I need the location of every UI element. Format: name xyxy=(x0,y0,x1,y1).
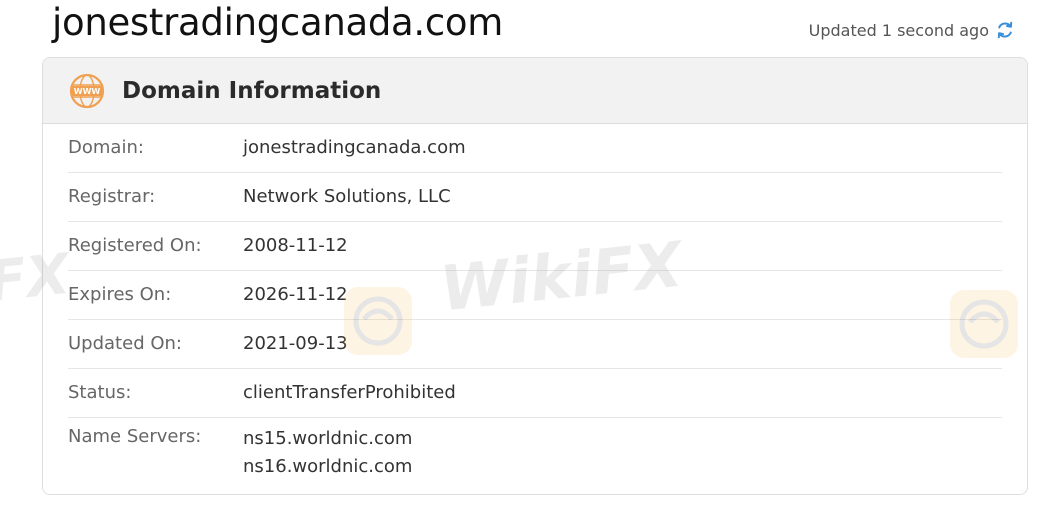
field-label: Expires On: xyxy=(68,284,172,305)
name-server-item: ns15.worldnic.com xyxy=(243,428,413,449)
field-row-registered-on: Registered On: 2008-11-12 xyxy=(68,222,1002,271)
field-row-status: Status: clientTransferProhibited xyxy=(68,369,1002,418)
field-label: Name Servers: xyxy=(68,426,202,447)
field-row-domain: Domain: jonestradingcanada.com xyxy=(68,124,1002,173)
www-icon: WWW xyxy=(69,73,105,109)
field-value: jonestradingcanada.com xyxy=(243,137,466,158)
field-label: Status: xyxy=(68,382,132,403)
name-server-list: ns15.worldnic.com ns16.worldnic.com xyxy=(243,425,412,481)
card-title: Domain Information xyxy=(122,77,382,104)
field-label: Domain: xyxy=(68,137,144,158)
field-row-registrar: Registrar: Network Solutions, LLC xyxy=(68,173,1002,222)
field-label: Updated On: xyxy=(68,333,182,354)
field-value: 2021-09-13 xyxy=(243,333,348,354)
field-row-updated-on: Updated On: 2021-09-13 xyxy=(68,320,1002,369)
field-row-name-servers: Name Servers: ns15.worldnic.com ns16.wor… xyxy=(68,418,1002,490)
field-label: Registrar: xyxy=(68,186,156,207)
domain-fields: Domain: jonestradingcanada.com Registrar… xyxy=(43,124,1027,490)
update-status: Updated 1 second ago xyxy=(809,16,1016,44)
svg-text:WWW: WWW xyxy=(74,87,101,96)
card-header: WWW Domain Information xyxy=(43,58,1027,124)
refresh-icon[interactable] xyxy=(994,19,1016,41)
domain-info-card: WWW Domain Information Domain: jonestrad… xyxy=(42,57,1028,495)
field-label: Registered On: xyxy=(68,235,202,256)
field-row-expires-on: Expires On: 2026-11-12 xyxy=(68,271,1002,320)
field-value: Network Solutions, LLC xyxy=(243,186,451,207)
name-server-item: ns16.worldnic.com xyxy=(243,456,413,477)
field-value: clientTransferProhibited xyxy=(243,382,456,403)
field-value: 2008-11-12 xyxy=(243,235,348,256)
page-title: jonestradingcanada.com xyxy=(52,1,503,44)
field-value: 2026-11-12 xyxy=(243,284,348,305)
updated-text: Updated 1 second ago xyxy=(808,20,989,40)
